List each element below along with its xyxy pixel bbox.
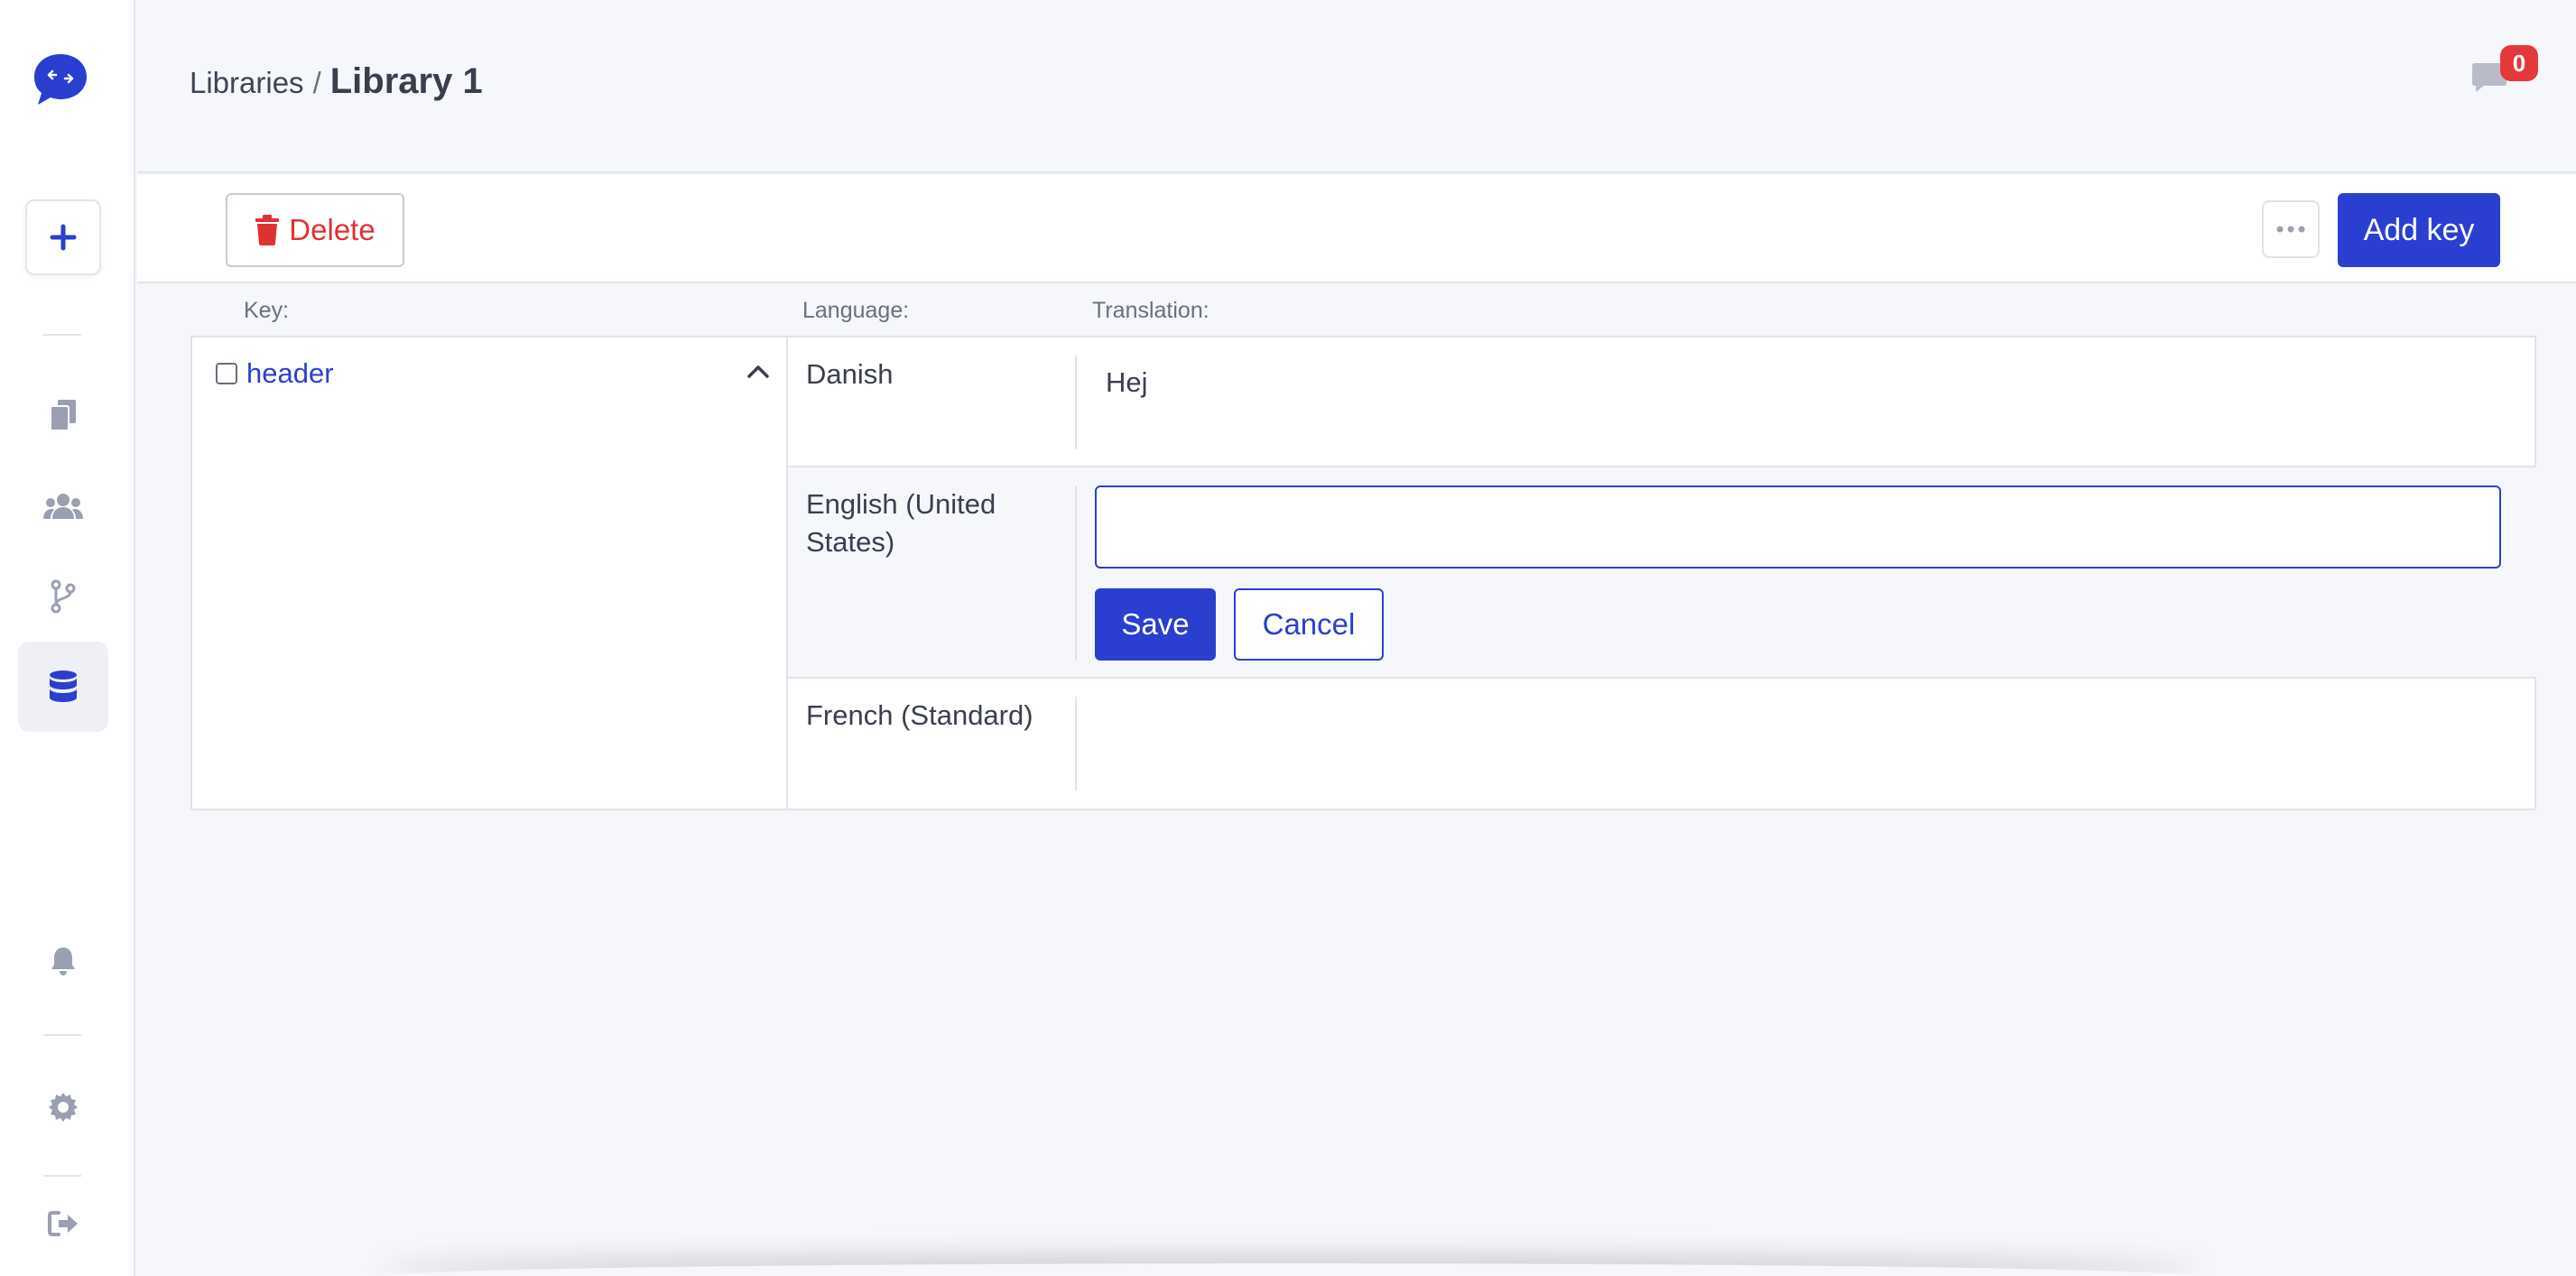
new-button[interactable] [25,199,101,275]
delete-label: Delete [289,213,375,246]
sidebar-item-settings[interactable] [18,1062,108,1152]
toolbar: Delete Add key [137,175,2576,283]
breadcrumb-separator: / [312,66,321,99]
sidebar-item-branches[interactable] [18,551,108,642]
translation-row-danish[interactable]: Danish Hej [788,337,2536,467]
database-icon [50,670,77,702]
language-label: English (United States) [806,488,996,558]
sidebar-item-notifications[interactable] [18,916,108,1006]
sidebar-divider [43,1175,81,1177]
chat-button[interactable]: 0 [2471,45,2540,99]
breadcrumb: Libraries / Library 1 [190,61,483,102]
sidebar-item-team[interactable] [18,461,108,551]
sidebar [0,0,135,1276]
breadcrumb-libraries-link[interactable]: Libraries [190,66,304,100]
users-icon [43,494,83,519]
translation-row-french[interactable]: French (Standard) [788,679,2536,809]
row-divider [1075,697,1077,791]
translation-value: Hej [1106,366,1148,398]
sidebar-item-libraries[interactable] [18,642,108,732]
save-button[interactable]: Save [1095,588,1216,661]
translations-table: header Danish Hej English (United States… [190,336,2536,810]
column-header-language: Language: [802,298,910,323]
language-label: French (Standard) [806,699,1033,731]
top-bar: Libraries / Library 1 0 [137,0,2576,173]
language-label: Danish [806,358,894,390]
column-header-translation: Translation: [1092,298,1209,323]
key-name-link[interactable]: header [246,357,334,390]
page-title: Library 1 [329,61,483,101]
more-options-button[interactable] [2262,200,2320,258]
ellipsis-icon [2276,226,2305,233]
column-header-key: Key: [244,298,290,323]
bell-icon [51,948,75,975]
column-headers: Key: Language: Translation: [137,285,2576,336]
row-divider [1075,485,1077,661]
plus-icon [50,224,77,251]
branch-icon [51,579,76,614]
cancel-button[interactable]: Cancel [1234,588,1384,661]
delete-button[interactable]: Delete [226,193,404,267]
translation-input[interactable] [1095,485,2501,569]
add-key-button[interactable]: Add key [2338,193,2500,267]
chat-bubble-logo-icon[interactable] [31,51,90,110]
trash-icon [255,215,280,245]
bottom-panel-shadow [379,1263,2202,1276]
documents-icon [50,400,76,431]
sidebar-divider [43,334,81,336]
key-checkbox[interactable] [216,363,237,384]
sidebar-divider [43,1034,81,1036]
chevron-up-icon[interactable] [746,365,770,379]
row-divider [1075,356,1077,449]
translation-row-english: English (United States) Save Cancel [788,467,2536,679]
gear-icon [49,1093,78,1122]
sidebar-item-logout[interactable] [18,1179,108,1269]
logout-icon [48,1211,78,1236]
chat-count-badge: 0 [2500,45,2538,81]
sidebar-item-documents[interactable] [18,370,108,460]
key-cell: header [192,337,788,809]
